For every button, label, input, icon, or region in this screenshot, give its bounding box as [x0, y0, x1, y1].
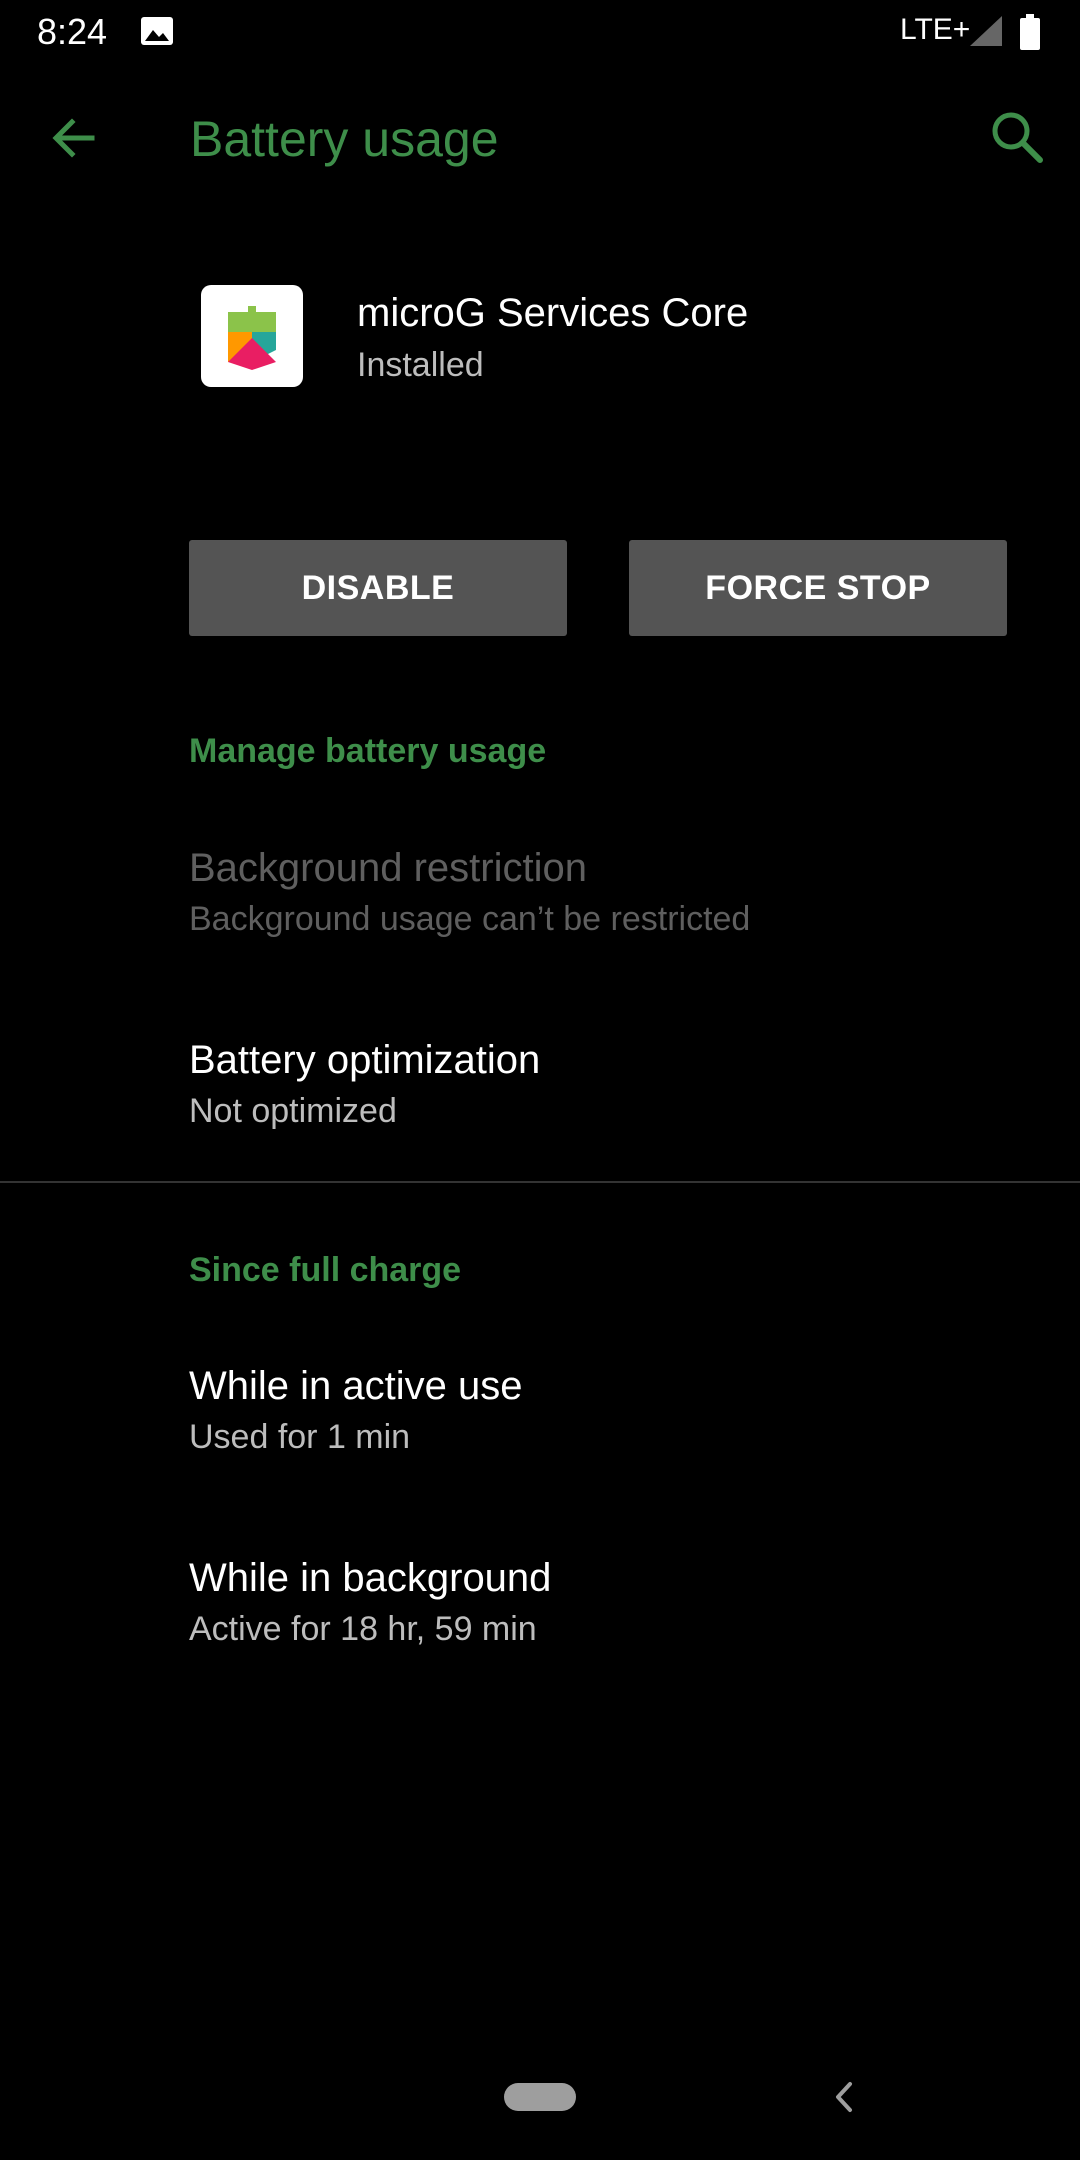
section-header-manage: Manage battery usage — [189, 732, 547, 770]
back-arrow-icon[interactable] — [46, 110, 102, 166]
active-use-item: While in active use Used for 1 min — [0, 1350, 1080, 1470]
battery-optimization-summary: Not optimized — [189, 1092, 397, 1130]
battery-optimization-title: Battery optimization — [189, 1038, 541, 1082]
battery-optimization-item[interactable]: Battery optimization Not optimized — [0, 1020, 1080, 1140]
signal-icon — [970, 16, 1002, 46]
force-stop-button[interactable]: FORCE STOP — [629, 540, 1007, 636]
search-icon[interactable] — [988, 108, 1046, 166]
battery-icon — [1020, 14, 1040, 50]
microg-puzzle-icon — [228, 306, 276, 370]
active-use-title: While in active use — [189, 1364, 523, 1408]
app-name: microG Services Core — [357, 291, 749, 335]
app-status: Installed — [357, 346, 484, 384]
divider — [0, 1181, 1080, 1183]
home-pill-button[interactable] — [504, 2083, 576, 2111]
background-restriction-item: Background restriction Background usage … — [0, 830, 1080, 950]
status-time: 8:24 — [37, 11, 108, 52]
background-item: While in background Active for 18 hr, 59… — [0, 1540, 1080, 1660]
background-restriction-title: Background restriction — [189, 846, 587, 890]
network-type-label: LTE+ — [900, 13, 971, 46]
background-summary: Active for 18 hr, 59 min — [189, 1610, 537, 1648]
background-restriction-summary: Background usage can’t be restricted — [189, 900, 751, 938]
nav-back-icon[interactable] — [830, 2080, 858, 2114]
page-title: Battery usage — [190, 111, 499, 167]
active-use-summary: Used for 1 min — [189, 1418, 411, 1456]
disable-button[interactable]: DISABLE — [189, 540, 567, 636]
section-header-since-full-charge: Since full charge — [189, 1251, 462, 1289]
app-icon — [201, 285, 303, 387]
background-title: While in background — [189, 1556, 552, 1600]
image-notification-icon — [141, 17, 173, 45]
